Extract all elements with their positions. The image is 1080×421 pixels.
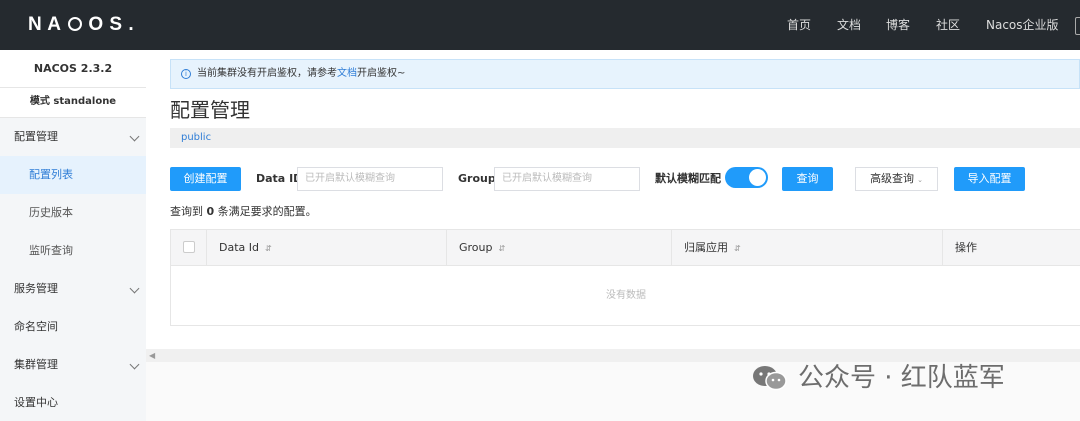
column-header-actions: 操作 xyxy=(955,241,977,254)
column-header-app[interactable]: 归属应用 ⇵ xyxy=(684,230,741,265)
wechat-icon xyxy=(753,366,787,391)
version-label: NACOS 2.3.2 xyxy=(0,50,146,88)
sidebar-item-label: 命名空间 xyxy=(14,320,58,333)
fuzzy-match-label: 默认模糊匹配 xyxy=(655,172,721,185)
column-label: Group xyxy=(459,241,493,254)
dataid-input[interactable]: 已开启默认模糊查询 xyxy=(297,167,443,191)
sidebar-item-namespace[interactable]: 命名空间 xyxy=(0,308,146,346)
dataid-label: Data ID xyxy=(256,172,303,185)
sort-icon[interactable]: ⇵ xyxy=(499,244,506,253)
sidebar-item-listener-query[interactable]: 监听查询 xyxy=(0,232,146,270)
nav-enterprise[interactable]: Nacos企业版 xyxy=(986,0,1059,50)
chevron-down-icon xyxy=(129,283,140,294)
column-divider xyxy=(206,230,207,265)
chevron-down-icon xyxy=(129,131,140,142)
query-button[interactable]: 查询 xyxy=(782,167,833,191)
toggle-knob xyxy=(749,169,766,186)
sidebar-item-label: 集群管理 xyxy=(14,358,58,371)
column-divider xyxy=(942,230,943,265)
table-header: Data Id ⇵ Group ⇵ 归属应用 ⇵ 操作 xyxy=(171,230,1080,266)
create-config-button[interactable]: 创建配置 xyxy=(170,167,241,191)
sidebar-item-history[interactable]: 历史版本 xyxy=(0,194,146,232)
notice-suffix: 开启鉴权~ xyxy=(357,68,406,79)
sidebar: NACOS 2.3.2 模式 standalone 配置管理 配置列表 历史版本… xyxy=(0,50,146,421)
page-title: 配置管理 xyxy=(170,98,250,122)
nav-community[interactable]: 社区 xyxy=(936,0,960,50)
group-label: Group xyxy=(458,172,496,185)
scroll-left-icon[interactable]: ◀ xyxy=(149,349,155,362)
column-header-group[interactable]: Group ⇵ xyxy=(459,230,505,265)
column-divider xyxy=(671,230,672,265)
config-table: Data Id ⇵ Group ⇵ 归属应用 ⇵ 操作 没有数据 xyxy=(170,229,1080,326)
sidebar-item-config-management[interactable]: 配置管理 xyxy=(0,118,146,156)
result-prefix: 查询到 xyxy=(170,205,203,218)
info-icon: i xyxy=(181,69,191,79)
result-suffix: 条满足要求的配置。 xyxy=(217,205,317,218)
nacos-logo[interactable]: N A O S . xyxy=(28,14,134,36)
sidebar-item-settings[interactable]: 设置中心 xyxy=(0,384,146,421)
chevron-down-icon: ⌄ xyxy=(917,176,923,184)
auth-notice: i 当前集群没有开启鉴权，请参考文档开启鉴权~ xyxy=(170,59,1080,89)
nav-home[interactable]: 首页 xyxy=(787,0,811,50)
watermark-text: 公众号 · 红队蓝军 xyxy=(798,363,1005,393)
group-input[interactable]: 已开启默认模糊查询 xyxy=(494,167,640,191)
logo-ring-icon xyxy=(67,17,82,31)
column-label: Data Id xyxy=(219,241,259,254)
column-label: 归属应用 xyxy=(684,241,728,254)
namespace-bar: public xyxy=(170,128,1080,148)
sidebar-item-config-list[interactable]: 配置列表 xyxy=(0,156,146,194)
nav-docs[interactable]: 文档 xyxy=(837,0,861,50)
nav-blog[interactable]: 博客 xyxy=(886,0,910,50)
fuzzy-match-toggle[interactable] xyxy=(725,167,768,188)
sidebar-item-label: 监听查询 xyxy=(29,244,73,257)
language-switch[interactable] xyxy=(1075,17,1080,35)
sidebar-item-label: 配置列表 xyxy=(29,168,73,181)
sort-icon[interactable]: ⇵ xyxy=(734,244,741,253)
sidebar-item-cluster-management[interactable]: 集群管理 xyxy=(0,346,146,384)
result-count: 0 xyxy=(206,205,215,218)
sidebar-item-label: 历史版本 xyxy=(29,206,73,219)
top-navbar: N A O S . 首页 文档 博客 社区 Nacos企业版 xyxy=(0,0,1080,50)
advanced-query-button[interactable]: 高级查询 ⌄ xyxy=(855,167,938,191)
advanced-query-label: 高级查询 xyxy=(870,172,915,185)
result-summary: 查询到 0 条满足要求的配置。 xyxy=(170,203,317,219)
sidebar-item-label: 服务管理 xyxy=(14,282,58,295)
column-header-dataid[interactable]: Data Id ⇵ xyxy=(219,230,272,265)
mode-label: 模式 standalone xyxy=(0,88,146,118)
notice-prefix: 当前集群没有开启鉴权，请参考 xyxy=(197,68,337,79)
namespace-public[interactable]: public xyxy=(181,132,211,143)
sidebar-item-service-management[interactable]: 服务管理 xyxy=(0,270,146,308)
sidebar-item-label: 设置中心 xyxy=(14,396,58,409)
import-config-button[interactable]: 导入配置 xyxy=(954,167,1025,191)
chevron-down-icon xyxy=(129,359,140,370)
notice-docs-link[interactable]: 文档 xyxy=(337,68,357,79)
sidebar-item-label: 配置管理 xyxy=(14,130,58,143)
select-all-checkbox[interactable] xyxy=(183,241,195,253)
column-divider xyxy=(446,230,447,265)
empty-state: 没有数据 xyxy=(606,290,646,301)
sort-icon[interactable]: ⇵ xyxy=(265,244,272,253)
